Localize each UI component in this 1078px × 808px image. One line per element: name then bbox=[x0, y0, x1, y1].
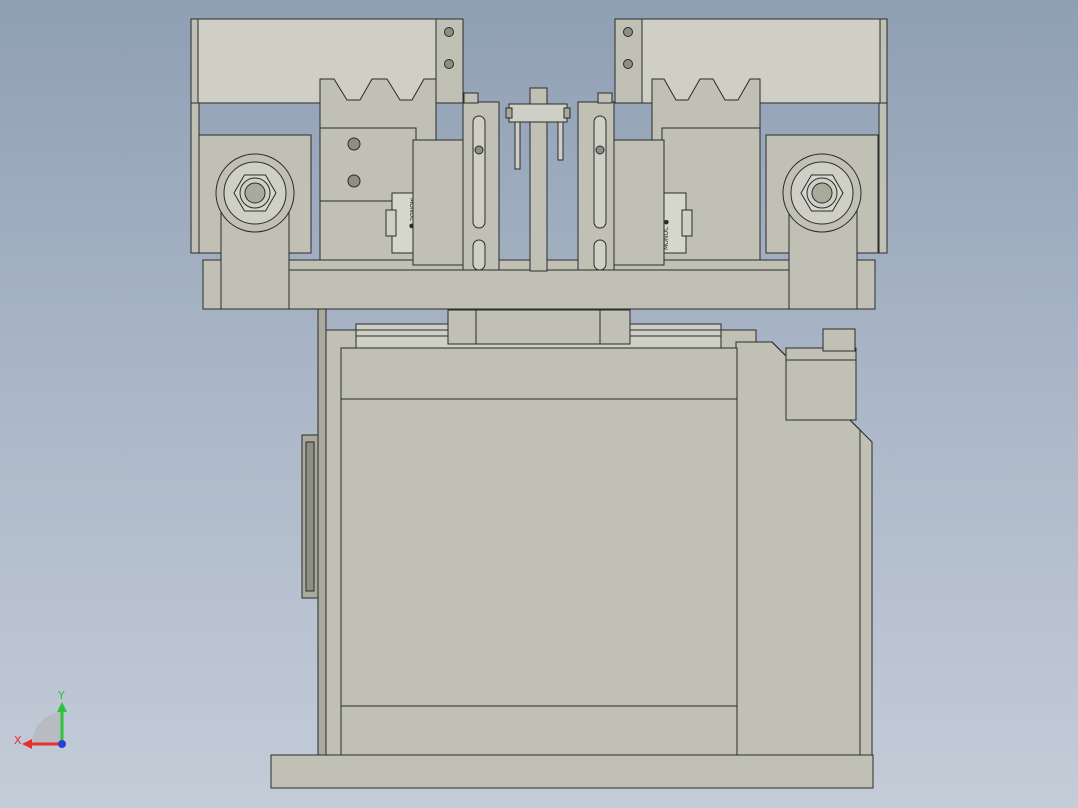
left-gripper-frame-inner bbox=[197, 18, 437, 104]
triad-z-quadrant bbox=[31, 712, 62, 744]
coordinate-triad: Y X bbox=[14, 689, 67, 749]
left-guide-pin bbox=[474, 145, 484, 155]
right-slide-plate[interactable] bbox=[611, 139, 665, 266]
center-pin-right[interactable] bbox=[557, 121, 564, 161]
motor-block[interactable] bbox=[785, 347, 857, 421]
right-sensor-slot bbox=[681, 209, 693, 237]
right-bracket-hole-1 bbox=[623, 27, 633, 37]
left-guide-slot-2 bbox=[472, 239, 486, 271]
center-crossbar-tip-left bbox=[505, 107, 513, 119]
right-guide-slot-2 bbox=[593, 239, 607, 271]
triad-x-label: X bbox=[14, 734, 22, 747]
left-slide-plate[interactable] bbox=[412, 139, 466, 266]
triad-z-axis bbox=[58, 740, 66, 748]
side-handle-inner bbox=[305, 441, 315, 592]
triad-x-arrowhead bbox=[22, 739, 32, 749]
triad-y-label: Y bbox=[57, 689, 65, 702]
left-sensor-slot bbox=[385, 209, 397, 237]
rail-carriage[interactable] bbox=[447, 309, 631, 345]
left-guide-slot bbox=[472, 115, 486, 229]
rear-side-panel bbox=[317, 307, 327, 756]
right-bracket-hole-2 bbox=[623, 59, 633, 69]
right-gripper-frame-inner bbox=[641, 18, 881, 104]
right-guide-slot bbox=[593, 115, 607, 229]
left-nut-bolt bbox=[244, 182, 266, 204]
cad-model-drawing[interactable]: MONOC ● MONOC ● Y X bbox=[0, 0, 1078, 808]
left-screw-2 bbox=[347, 174, 361, 188]
left-guide-cap bbox=[463, 92, 479, 104]
right-guide-pin bbox=[595, 145, 605, 155]
center-crossbar-tip-right bbox=[563, 107, 571, 119]
right-nut-bolt bbox=[811, 182, 833, 204]
left-bracket-hole-2 bbox=[444, 59, 454, 69]
center-pin-left[interactable] bbox=[514, 121, 521, 170]
triad-y-arrowhead bbox=[57, 702, 67, 712]
cad-viewport[interactable]: MONOC ● MONOC ● Y X bbox=[0, 0, 1078, 808]
front-cover-plate[interactable] bbox=[340, 347, 738, 756]
base-plate[interactable] bbox=[270, 754, 874, 789]
motor-block-cap bbox=[822, 328, 856, 352]
center-crossbar[interactable] bbox=[508, 103, 568, 123]
left-screw-1 bbox=[347, 137, 361, 151]
right-side-wall bbox=[878, 102, 888, 254]
left-bracket-hole-1 bbox=[444, 27, 454, 37]
left-side-wall bbox=[190, 102, 200, 254]
right-guide-cap bbox=[597, 92, 613, 104]
